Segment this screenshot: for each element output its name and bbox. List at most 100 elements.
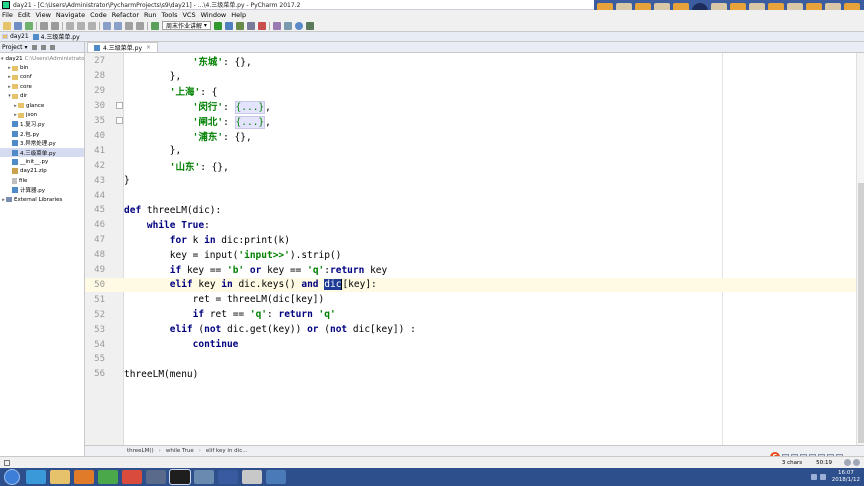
tree-item[interactable]: ▾ day21 C:\Users\Administrator (0, 54, 84, 63)
code-line[interactable]: 55 (85, 352, 864, 367)
gear-icon[interactable] (40, 44, 46, 50)
coverage-icon[interactable] (235, 21, 244, 30)
code-line[interactable]: 47 for k in dic:print(k) (85, 233, 864, 248)
code-line[interactable]: 46 while True: (85, 218, 864, 233)
scope-icon[interactable] (31, 44, 37, 50)
breadcrumb-project[interactable]: day21 (2, 33, 29, 40)
code-line[interactable]: 52 if ret == 'q': return 'q' (85, 307, 864, 322)
debug-icon[interactable] (224, 21, 233, 30)
tree-item[interactable]: ▸ json (0, 110, 84, 119)
sync-icon[interactable] (25, 21, 33, 30)
refresh-app-icon[interactable] (98, 470, 118, 484)
menu-navigate[interactable]: Navigate (56, 11, 85, 19)
lock-icon[interactable] (844, 459, 851, 466)
clock[interactable]: 16:07 2018/1/12 (832, 470, 860, 484)
code-line[interactable]: 53 elif (not dic.get(key)) or (not dic[k… (85, 322, 864, 337)
tree-item[interactable]: ▸ core (0, 82, 84, 91)
hide-icon[interactable] (49, 44, 55, 50)
screenshot-app-icon[interactable] (266, 470, 286, 484)
code-line[interactable]: 50 elif key in dic.keys() and dic[key]: (85, 277, 864, 293)
undo-icon[interactable] (40, 21, 48, 30)
back-icon[interactable] (125, 21, 133, 30)
scrollbar-thumb[interactable] (858, 183, 864, 443)
breadcrumb-function[interactable]: threeLM() (127, 448, 154, 454)
menu-file[interactable]: File (2, 11, 13, 19)
tool-windows-icon[interactable] (4, 460, 10, 466)
copy-icon[interactable] (77, 21, 85, 30)
tree-item[interactable]: 4.三级菜单.py (0, 147, 84, 158)
tree-item[interactable]: file (0, 176, 84, 185)
code-line[interactable]: 56 threeLM(menu) (85, 367, 864, 382)
code-line[interactable]: 51 ret = threeLM(dic[key]) (85, 292, 864, 307)
tree-item[interactable]: 2.包.py (0, 129, 84, 138)
code-line[interactable]: 48 key = input('input>>').strip() (85, 248, 864, 263)
replace-icon[interactable] (114, 21, 122, 30)
project-structure-icon[interactable] (283, 21, 292, 30)
tree-item[interactable]: ▾ dir (0, 92, 84, 101)
code-line[interactable]: 44 (85, 188, 864, 203)
code-line[interactable]: 43} (85, 173, 864, 188)
menu-run[interactable]: Run (144, 11, 156, 19)
code-line[interactable]: 29 '上海': { (85, 84, 864, 99)
forward-icon[interactable] (136, 21, 144, 30)
terminal-icon[interactable] (305, 21, 314, 30)
code-line[interactable]: 30 '闵行': {...}, (85, 99, 864, 115)
volume-icon[interactable] (819, 474, 826, 480)
menu-edit[interactable]: Edit (18, 11, 31, 19)
fold-expand-icon[interactable] (105, 99, 124, 113)
redo-icon[interactable] (51, 21, 59, 30)
code-line[interactable]: 42 '山东': {}, (85, 158, 864, 173)
breadcrumb-elif[interactable]: elif key in dic... (206, 448, 248, 454)
settings-icon[interactable] (272, 21, 281, 30)
plus-icon[interactable] (116, 117, 123, 125)
tree-item[interactable]: ▸ bin (0, 63, 84, 72)
save-icon[interactable] (14, 21, 22, 30)
chevron-down-icon[interactable]: ▾ (25, 44, 28, 51)
run-configuration-select[interactable]: 周末作业讲解 ▾ (162, 21, 211, 30)
terminal-app-icon[interactable] (146, 470, 166, 484)
menu-vcs[interactable]: VCS (182, 11, 195, 19)
help-icon[interactable] (294, 21, 303, 30)
menu-refactor[interactable]: Refactor (112, 11, 139, 19)
plus-icon[interactable] (116, 102, 123, 110)
tree-item[interactable]: __init__.py (0, 157, 84, 166)
explorer-icon[interactable] (50, 470, 70, 484)
ie-icon[interactable] (26, 470, 46, 484)
code-line[interactable]: 35 '闸北': {...}, (85, 114, 864, 130)
fold-expand-icon[interactable] (105, 114, 124, 128)
code-line[interactable]: 54 continue (85, 337, 864, 352)
tree-item[interactable]: day21.zip (0, 167, 84, 176)
chrome-icon[interactable] (122, 470, 142, 484)
inspector-icon[interactable] (853, 459, 860, 466)
close-icon[interactable]: × (146, 44, 151, 51)
tree-item[interactable]: 计算器.py (0, 185, 84, 194)
paste-icon[interactable] (88, 21, 96, 30)
open-folder-icon[interactable] (3, 21, 11, 30)
code-line[interactable]: 27 '东城': {}, (85, 54, 864, 69)
code-editor[interactable]: 27 '东城': {}, 28 }, 29 '上海': {30 '闵行': {...… (85, 53, 864, 445)
vertical-scrollbar[interactable] (856, 53, 864, 445)
breadcrumb-file[interactable]: 4.三级菜单.py (32, 32, 80, 41)
tree-item[interactable]: 1.复习.py (0, 120, 84, 129)
pycharm-taskbar-icon[interactable] (169, 469, 191, 485)
menu-tools[interactable]: Tools (161, 11, 177, 19)
tree-item[interactable]: ▸ External Libraries (0, 195, 84, 204)
code-line[interactable]: 45 def threeLM(dic): (85, 203, 864, 218)
menu-window[interactable]: Window (201, 11, 227, 19)
network-icon[interactable] (810, 474, 817, 480)
code-line[interactable]: 49 if key == 'b' or key == 'q':return ke… (85, 263, 864, 278)
build-icon[interactable] (151, 21, 159, 30)
media-player-icon[interactable] (74, 470, 94, 484)
tree-item[interactable]: ▸ glance (0, 101, 84, 110)
breadcrumb-while[interactable]: while True (166, 448, 194, 454)
cut-icon[interactable] (66, 21, 74, 30)
project-view-select[interactable]: Project (2, 44, 23, 51)
menu-code[interactable]: Code (90, 11, 107, 19)
chevron-down-icon[interactable]: ▾ (1, 56, 4, 62)
window-app-icon[interactable] (194, 470, 214, 484)
profile-icon[interactable] (246, 21, 255, 30)
stop-icon[interactable] (257, 21, 266, 30)
start-button[interactable] (4, 469, 20, 485)
notepad-icon[interactable] (242, 470, 262, 484)
code-line[interactable]: 40 '浦东': {}, (85, 129, 864, 144)
